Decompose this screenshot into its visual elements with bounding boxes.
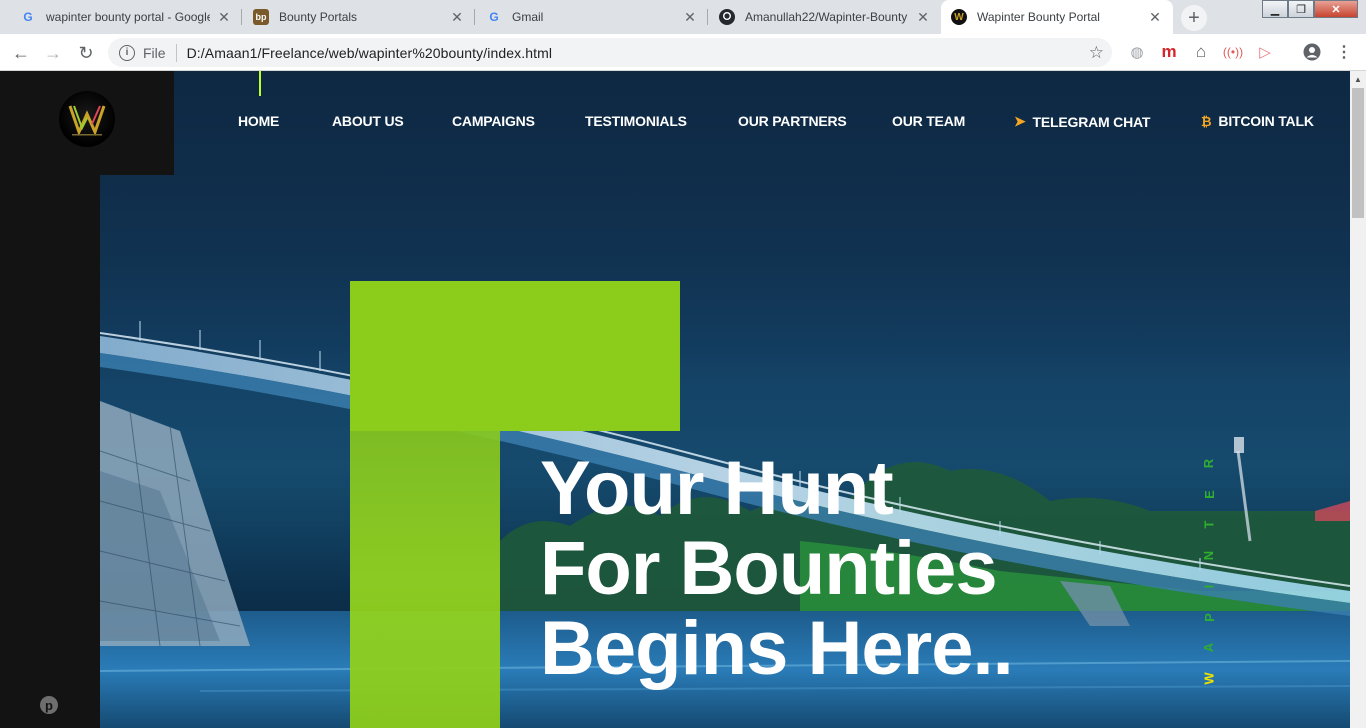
url-scheme: File (143, 44, 166, 61)
window-controls: ▁ ❐ ✕ (1262, 0, 1358, 20)
forward-arrow-icon[interactable]: → (40, 40, 66, 66)
reload-icon[interactable]: ↻ (73, 40, 99, 66)
vertical-letter: T (1201, 520, 1217, 529)
vertical-brand-word: W A P I N T E R (1197, 456, 1221, 686)
site-logo[interactable] (59, 91, 115, 147)
hero-line: Begins Here.. (540, 606, 1014, 691)
vertical-letter: R (1201, 458, 1217, 469)
close-tab-icon[interactable]: ✕ (1147, 9, 1163, 25)
vertical-letter: P (1201, 612, 1217, 622)
nav-link-label: TELEGRAM CHAT (1032, 113, 1151, 130)
browser-tab[interactable]: bp Bounty Portals ✕ (243, 0, 475, 34)
browser-tab-active[interactable]: W Wapinter Bounty Portal ✕ (941, 0, 1173, 34)
vertical-letter: N (1201, 550, 1217, 561)
accent-green-block (350, 281, 680, 431)
nav-active-indicator (259, 71, 261, 96)
close-tab-icon[interactable]: ✕ (216, 9, 232, 25)
close-tab-icon[interactable]: ✕ (449, 9, 465, 25)
back-arrow-icon[interactable]: ← (8, 40, 34, 66)
bookmark-star-icon[interactable]: ☆ (1089, 43, 1104, 63)
vertical-letter: W (1201, 672, 1217, 685)
home-icon[interactable]: ⌂ (1189, 40, 1213, 64)
nav-link-testimonials[interactable]: TESTIMONIALS (585, 113, 687, 129)
tab-title: Wapinter Bounty Portal (977, 10, 1100, 24)
hero-line: Your Hunt (540, 446, 894, 531)
vertical-letter: A (1201, 643, 1217, 653)
telegram-icon: ➤ (1014, 113, 1026, 129)
pinterest-icon[interactable]: p (40, 696, 58, 714)
accent-green-bar (350, 431, 500, 728)
account-icon[interactable] (1300, 40, 1324, 64)
google-g-icon: G (489, 10, 499, 24)
scroll-up-arrow-icon[interactable]: ▲ (1350, 71, 1366, 87)
tab-title: Bounty Portals (279, 10, 358, 24)
close-window-button[interactable]: ✕ (1314, 0, 1358, 18)
m-extension-icon[interactable]: m (1157, 40, 1181, 64)
wapinter-logo-icon (68, 105, 106, 137)
minimize-button[interactable]: ▁ (1262, 0, 1288, 18)
menu-dots-icon[interactable]: ⋮ (1332, 40, 1356, 64)
bitcoin-icon: ₿ (1201, 113, 1212, 129)
github-icon (719, 9, 735, 25)
nav-link-telegram-chat[interactable]: ➤ TELEGRAM CHAT (1014, 113, 1150, 130)
scrollbar-thumb[interactable] (1352, 88, 1364, 218)
browser-tab[interactable]: G Gmail ✕ (476, 0, 708, 34)
hero-line: For Bounties (540, 526, 998, 611)
wapinter-icon: W (951, 9, 967, 25)
nav-link-our-partners[interactable]: OUR PARTNERS (738, 113, 847, 129)
vertical-letter: I (1201, 584, 1217, 589)
globe-icon[interactable]: ◍ (1125, 40, 1149, 64)
nav-link-label: BITCOIN TALK (1218, 113, 1314, 129)
broadcast-icon[interactable]: ((•)) (1221, 40, 1245, 64)
hero-headline: Your Hunt For Bounties Begins Here.. (540, 446, 1014, 691)
new-tab-button[interactable]: + (1181, 5, 1207, 31)
browser-tab[interactable]: Amanullah22/Wapinter-Bounty ✕ (709, 0, 941, 34)
nav-link-about-us[interactable]: ABOUT US (332, 113, 404, 129)
nav-link-campaigns[interactable]: CAMPAIGNS (452, 113, 535, 129)
url-text[interactable]: D:/Amaan1/Freelance/web/wapinter%20bount… (187, 45, 1089, 61)
logo-box (0, 71, 174, 175)
close-tab-icon[interactable]: ✕ (915, 9, 931, 25)
tab-title: Amanullah22/Wapinter-Bounty (745, 10, 908, 24)
main-nav: HOME ABOUT US CAMPAIGNS TESTIMONIALS OUR… (174, 71, 1350, 171)
page-scrollbar[interactable]: ▲ (1350, 71, 1366, 728)
nav-link-our-team[interactable]: OUR TEAM (892, 113, 965, 129)
bp-icon: bp (253, 9, 269, 25)
browser-tab[interactable]: G wapinter bounty portal - Google ✕ (10, 0, 242, 34)
cast-icon[interactable]: ▷ (1253, 40, 1277, 64)
nav-link-bitcoin-talk[interactable]: ₿ BITCOIN TALK (1201, 113, 1314, 129)
info-icon[interactable]: i (119, 44, 135, 61)
nav-link-home[interactable]: HOME (238, 113, 279, 129)
maximize-button[interactable]: ❐ (1288, 0, 1314, 18)
browser-toolbar: ← → ↻ i File D:/Amaan1/Freelance/web/wap… (0, 34, 1366, 71)
vertical-letter: E (1201, 489, 1217, 499)
google-g-icon: G (23, 10, 33, 24)
tab-strip: G wapinter bounty portal - Google ✕ bp B… (0, 0, 1366, 34)
tab-title: Gmail (512, 10, 544, 24)
close-tab-icon[interactable]: ✕ (682, 9, 698, 25)
address-bar[interactable]: i File D:/Amaan1/Freelance/web/wapinter%… (108, 38, 1112, 67)
web-page: p Your Hunt For Bounties Begins Here.. W… (0, 71, 1366, 728)
tab-title: wapinter bounty portal - Google (46, 10, 210, 24)
